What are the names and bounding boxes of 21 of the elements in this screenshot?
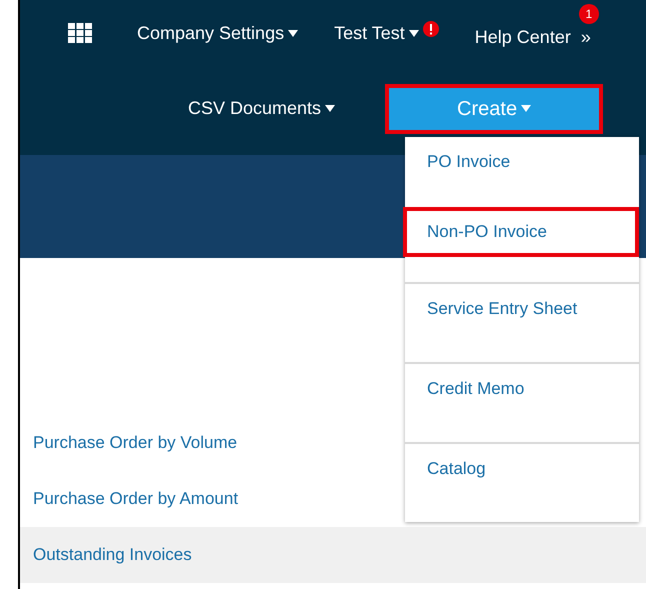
nav-menu[interactable]: CSV Documents: [188, 95, 336, 122]
caret-icon: [325, 105, 336, 112]
report-link[interactable]: Purchase Order by Volume: [33, 430, 238, 456]
notification-badge: 1: [578, 4, 599, 24]
menu-item[interactable]: Non-PO Invoice: [403, 207, 639, 257]
report-row[interactable]: Outstanding Invoices: [20, 527, 646, 583]
app-grid-icon[interactable]: [68, 23, 92, 43]
caret-icon: [521, 105, 532, 112]
nav-menu[interactable]: Test Test: [334, 20, 419, 46]
more-chevron[interactable]: »: [580, 24, 591, 50]
caret-icon: [408, 30, 419, 36]
menu-item[interactable]: Credit Memo: [405, 376, 524, 402]
nav-menu[interactable]: Company Settings: [137, 20, 298, 46]
menu-item[interactable]: PO Invoice: [405, 149, 510, 174]
create-button[interactable]: Create: [389, 88, 600, 130]
alert-icon: [422, 21, 439, 37]
report-link[interactable]: Outstanding Invoices: [33, 542, 192, 568]
menu-item[interactable]: Service Entry Sheet: [405, 296, 578, 322]
caret-icon: [288, 30, 298, 36]
report-link[interactable]: Purchase Order by Amount: [33, 486, 238, 512]
help-center-link[interactable]: Help Center: [474, 24, 571, 50]
